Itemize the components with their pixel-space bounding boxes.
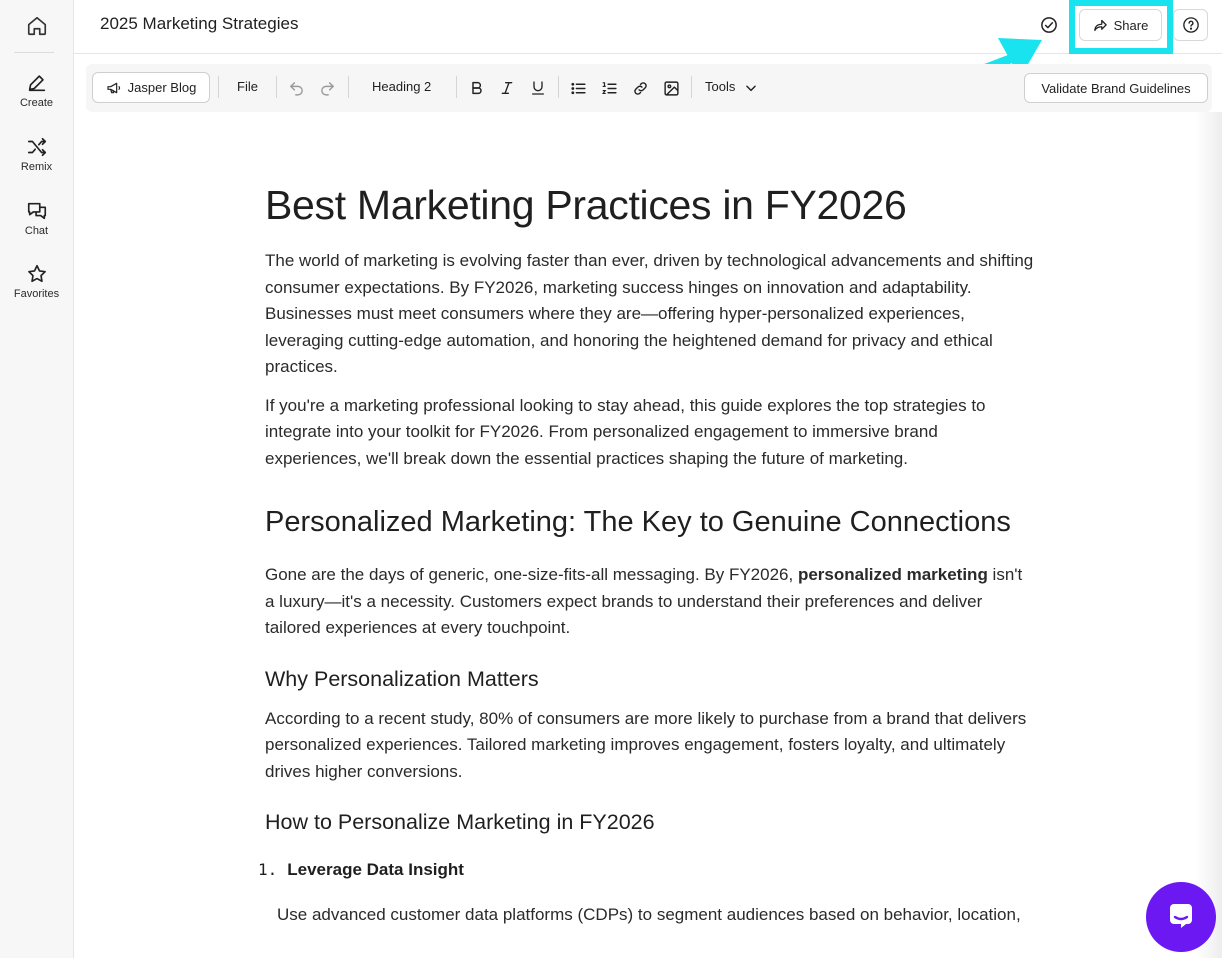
paragraph: If you're a marketing professional looki… — [265, 395, 986, 468]
paragraph: Use advanced customer data platforms (CD… — [277, 905, 1021, 924]
subsection-heading: How to Personalize Marketing in FY2026 — [265, 810, 655, 834]
heading-style-dropdown[interactable]: Heading 2 — [372, 79, 431, 94]
help-circle-icon — [1182, 17, 1199, 33]
sidebar: Create Remix Chat Favorites — [0, 0, 74, 958]
image-button[interactable] — [660, 77, 682, 99]
support-chat-button[interactable] — [1146, 882, 1216, 952]
numbered-list-icon — [601, 81, 617, 94]
jasper-blog-label: Jasper Blog — [127, 80, 197, 95]
sidebar-divider — [14, 52, 54, 53]
share-arrow-icon — [1093, 19, 1107, 31]
link-button[interactable] — [629, 77, 651, 99]
redo-icon — [320, 81, 334, 96]
sidebar-item-favorites[interactable]: Favorites — [0, 263, 73, 319]
underline-button[interactable] — [527, 77, 549, 99]
pen-icon — [28, 75, 45, 92]
paragraph: According to a recent study, 80% of cons… — [265, 708, 1027, 781]
sidebar-item-label: Create — [19, 97, 54, 109]
list-number: 1. — [258, 860, 278, 879]
list-item: 1. Leverage Data Insight — [258, 857, 1035, 884]
chat-icon — [27, 202, 46, 220]
numbered-list-button[interactable] — [598, 77, 620, 99]
home-icon — [27, 16, 46, 36]
bullet-list-button[interactable] — [567, 77, 589, 99]
subsection-heading: Why Personalization Matters — [265, 666, 539, 691]
toolbar-divider — [348, 76, 349, 98]
italic-button[interactable] — [496, 77, 518, 99]
bullet-list-icon — [570, 82, 586, 94]
file-menu[interactable]: File — [237, 79, 258, 94]
italic-icon — [501, 82, 513, 94]
document-heading-1: Best Marketing Practices in FY2026 — [265, 182, 907, 228]
editor-toolbar: Jasper Blog File Heading 2 Tools Validat… — [86, 64, 1212, 112]
help-button[interactable] — [1173, 9, 1208, 41]
share-label: Share — [1113, 17, 1149, 33]
tools-chevron[interactable] — [740, 77, 762, 99]
paragraph: Gone are the days of generic, one-size-f… — [265, 562, 1035, 642]
sidebar-item-label: Chat — [24, 225, 49, 237]
sidebar-item-label: Favorites — [13, 288, 60, 300]
tools-dropdown[interactable]: Tools — [705, 79, 735, 94]
sidebar-item-create[interactable]: Create — [0, 72, 73, 128]
toolbar-divider — [218, 76, 219, 98]
image-icon — [663, 80, 679, 96]
megaphone-icon — [107, 82, 120, 93]
undo-icon — [289, 81, 303, 96]
redo-button[interactable] — [316, 77, 338, 99]
text-run: Gone are the days of generic, one-size-f… — [265, 565, 798, 584]
star-icon — [27, 264, 46, 283]
document-body[interactable]: Best Marketing Practices in FY2026 The w… — [258, 180, 1035, 941]
section-heading: Personalized Marketing: The Key to Genui… — [265, 506, 1011, 538]
home-button[interactable] — [0, 0, 73, 52]
sidebar-item-remix[interactable]: Remix — [0, 136, 73, 192]
sidebar-item-label: Remix — [20, 161, 53, 173]
sidebar-item-chat[interactable]: Chat — [0, 200, 73, 256]
toolbar-divider — [456, 76, 457, 98]
bold-button[interactable] — [466, 77, 488, 99]
underline-icon — [532, 81, 544, 95]
document-title[interactable]: 2025 Marketing Strategies — [100, 14, 298, 34]
share-button[interactable]: Share — [1079, 9, 1162, 41]
toolbar-divider — [558, 76, 559, 98]
scroll-fade — [1196, 112, 1222, 958]
validate-brand-guidelines-button[interactable]: Validate Brand Guidelines — [1024, 73, 1208, 103]
undo-button[interactable] — [285, 77, 307, 99]
chevron-down-icon — [746, 85, 756, 92]
bold-text-run: personalized marketing — [797, 565, 988, 584]
shuffle-icon — [27, 137, 46, 157]
list-item-title: Leverage Data Insight — [287, 860, 464, 879]
chat-bubble-icon — [1170, 904, 1192, 928]
toolbar-divider — [276, 76, 277, 98]
bold-icon — [472, 81, 482, 95]
link-icon — [633, 81, 647, 95]
toolbar-divider — [691, 76, 692, 98]
paragraph: The world of marketing is evolving faste… — [265, 251, 1034, 376]
jasper-blog-button[interactable]: Jasper Blog — [92, 72, 210, 103]
